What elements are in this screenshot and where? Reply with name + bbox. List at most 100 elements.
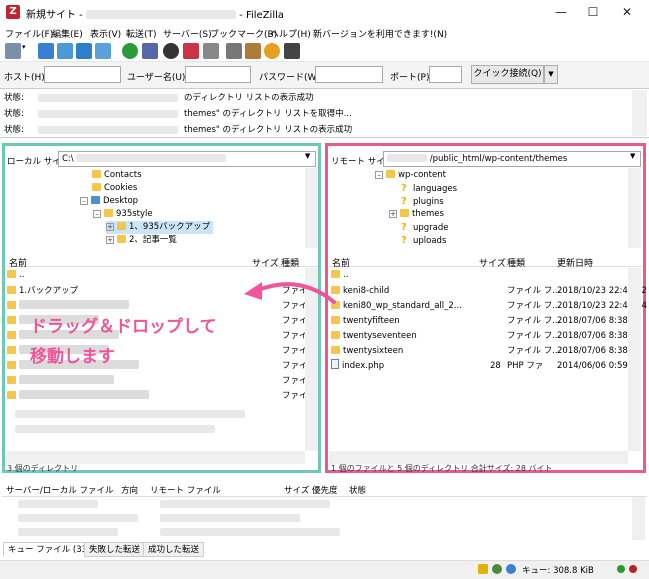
tab-failed-transfers[interactable]: 失敗した転送 bbox=[84, 542, 146, 557]
remote-col-modified[interactable]: 更新日時 bbox=[557, 256, 593, 269]
remote-col-size[interactable]: サイズ bbox=[479, 256, 506, 269]
php-file-icon bbox=[331, 359, 339, 369]
folder-icon bbox=[117, 235, 126, 243]
remote-site-input[interactable]: /public_html/wp-content/themes bbox=[383, 151, 641, 167]
queue-scrollbar[interactable] bbox=[632, 497, 645, 540]
tab-successful-transfers[interactable]: 成功した転送 bbox=[143, 542, 205, 557]
collapse-icon[interactable]: – bbox=[375, 171, 383, 179]
filter-icon[interactable] bbox=[226, 43, 242, 59]
local-site-input[interactable]: C:\ bbox=[58, 151, 316, 167]
expand-icon[interactable]: + bbox=[389, 210, 397, 218]
tree-item-selected[interactable]: +1、935バックアップ bbox=[106, 221, 214, 234]
redacted-rows bbox=[15, 410, 245, 418]
tree-item[interactable]: Contacts bbox=[92, 169, 142, 182]
list-item[interactable]: twentyfifteen bbox=[331, 314, 400, 329]
log-scrollbar[interactable] bbox=[632, 90, 647, 136]
log-label: 状態: bbox=[4, 93, 24, 103]
list-item[interactable]: twentyseventeen bbox=[331, 329, 417, 344]
tab-queued-files[interactable]: キュー ファイル (33) bbox=[3, 542, 96, 557]
tree-item[interactable]: Cookies bbox=[92, 182, 137, 195]
menu-server[interactable]: サーバー(S) bbox=[163, 27, 212, 40]
redacted-queue-item bbox=[18, 528, 118, 536]
collapse-icon[interactable]: – bbox=[80, 197, 88, 205]
reconnect-icon[interactable] bbox=[203, 43, 219, 59]
password-input[interactable] bbox=[315, 66, 383, 83]
tree-item[interactable]: +2、記事一覧 bbox=[106, 234, 177, 247]
unknown-folder-icon: ? bbox=[401, 222, 407, 233]
toggle-queue-icon[interactable] bbox=[95, 43, 111, 59]
tree-item[interactable]: – wp-content bbox=[375, 169, 446, 182]
queue-col-priority[interactable]: 優先度 bbox=[312, 484, 338, 496]
tree-item[interactable]: ? upgrade bbox=[401, 221, 449, 234]
list-item[interactable] bbox=[7, 374, 114, 389]
compare-icon[interactable] bbox=[245, 43, 261, 59]
upload-indicator-icon bbox=[617, 565, 625, 573]
menu-edit[interactable]: 編集(E) bbox=[52, 27, 83, 40]
remote-col-type[interactable]: 種類 bbox=[507, 256, 525, 269]
file-type: ファイル フ... bbox=[507, 331, 561, 341]
maximize-icon[interactable]: ☐ bbox=[578, 2, 608, 22]
cancel-icon[interactable] bbox=[163, 43, 179, 59]
file-type: ファイル フ... bbox=[507, 316, 561, 326]
menu-new-version[interactable]: 新バージョンを利用できます!(N) bbox=[313, 27, 447, 40]
folder-icon bbox=[7, 286, 16, 294]
queue-col-status[interactable]: 状態 bbox=[349, 484, 366, 496]
collapse-icon[interactable]: – bbox=[93, 210, 101, 218]
menu-file[interactable]: ファイル(F) bbox=[5, 27, 53, 40]
remote-tree-scrollbar[interactable] bbox=[628, 168, 641, 248]
list-item[interactable]: twentysixteen bbox=[331, 344, 403, 359]
file-type: PHP ファ bbox=[507, 361, 544, 371]
list-item[interactable] bbox=[7, 389, 149, 404]
tree-item[interactable]: ? uploads bbox=[401, 234, 446, 247]
refresh-icon[interactable] bbox=[122, 43, 138, 59]
minimize-icon[interactable]: — bbox=[546, 2, 576, 22]
expand-icon[interactable]: + bbox=[106, 236, 114, 244]
queue-col-remote[interactable]: リモート ファイル bbox=[150, 484, 221, 496]
list-item[interactable]: index.php bbox=[331, 359, 384, 374]
sync-browse-icon[interactable] bbox=[264, 43, 280, 59]
toggle-log-icon[interactable] bbox=[38, 43, 54, 59]
log-label: 状態: bbox=[4, 109, 24, 119]
remote-site-dropdown-icon[interactable]: ▼ bbox=[630, 152, 635, 160]
list-item[interactable]: keni80_wp_standard_all_2... bbox=[331, 299, 462, 314]
folder-icon bbox=[7, 391, 16, 399]
password-label: パスワード(W): bbox=[259, 73, 323, 83]
close-icon[interactable]: ✕ bbox=[612, 2, 642, 22]
remote-list-scrollbar[interactable] bbox=[628, 268, 641, 451]
disconnect-icon[interactable] bbox=[183, 43, 199, 59]
site-manager-dropdown-icon[interactable]: ▾ bbox=[22, 43, 30, 59]
port-input[interactable] bbox=[429, 66, 462, 83]
search-icon[interactable] bbox=[284, 43, 300, 59]
remote-status: 1 個のファイルと 5 個のディレクトリ 合計サイズ: 28 バイト bbox=[331, 464, 553, 473]
redacted-queue-item bbox=[160, 500, 330, 508]
host-input[interactable] bbox=[44, 66, 121, 83]
unknown-folder-icon: ? bbox=[401, 196, 407, 207]
quickconnect-history-icon[interactable]: ▼ bbox=[544, 65, 558, 84]
menu-transfer[interactable]: 転送(T) bbox=[126, 27, 157, 40]
local-site-dropdown-icon[interactable]: ▼ bbox=[305, 152, 310, 160]
folder-icon bbox=[331, 331, 340, 339]
queue-col-size[interactable]: サイズ bbox=[284, 484, 309, 496]
username-label: ユーザー名(U): bbox=[127, 73, 189, 83]
quickconnect-button[interactable]: クイック接続(Q) bbox=[471, 65, 544, 84]
toggle-remote-tree-icon[interactable] bbox=[76, 43, 92, 59]
tree-item[interactable]: ? languages bbox=[401, 182, 457, 195]
menu-help[interactable]: ヘルプ(H) bbox=[270, 27, 311, 40]
tree-item[interactable]: – Desktop bbox=[80, 195, 138, 208]
menu-view[interactable]: 表示(V) bbox=[90, 27, 121, 40]
username-input[interactable] bbox=[185, 66, 251, 83]
queue-col-server-local[interactable]: サーバー/ローカル ファイル bbox=[6, 484, 113, 496]
local-tree-scrollbar[interactable] bbox=[305, 168, 318, 248]
window-title-prefix: 新規サイト - bbox=[26, 10, 83, 21]
tree-item[interactable]: –935style bbox=[93, 208, 153, 221]
tree-item[interactable]: + themes bbox=[389, 208, 444, 221]
queue-col-direction[interactable]: 方向 bbox=[121, 484, 138, 496]
toggle-local-tree-icon[interactable] bbox=[57, 43, 73, 59]
tree-item[interactable]: ? plugins bbox=[401, 195, 444, 208]
menu-bookmark[interactable]: ブックマーク(B) bbox=[210, 27, 277, 40]
download-indicator-icon bbox=[629, 565, 637, 573]
filezilla-app-icon: Z bbox=[6, 5, 20, 19]
process-queue-icon[interactable] bbox=[142, 43, 158, 59]
expand-icon[interactable]: + bbox=[106, 223, 114, 231]
site-manager-icon[interactable] bbox=[5, 43, 21, 59]
